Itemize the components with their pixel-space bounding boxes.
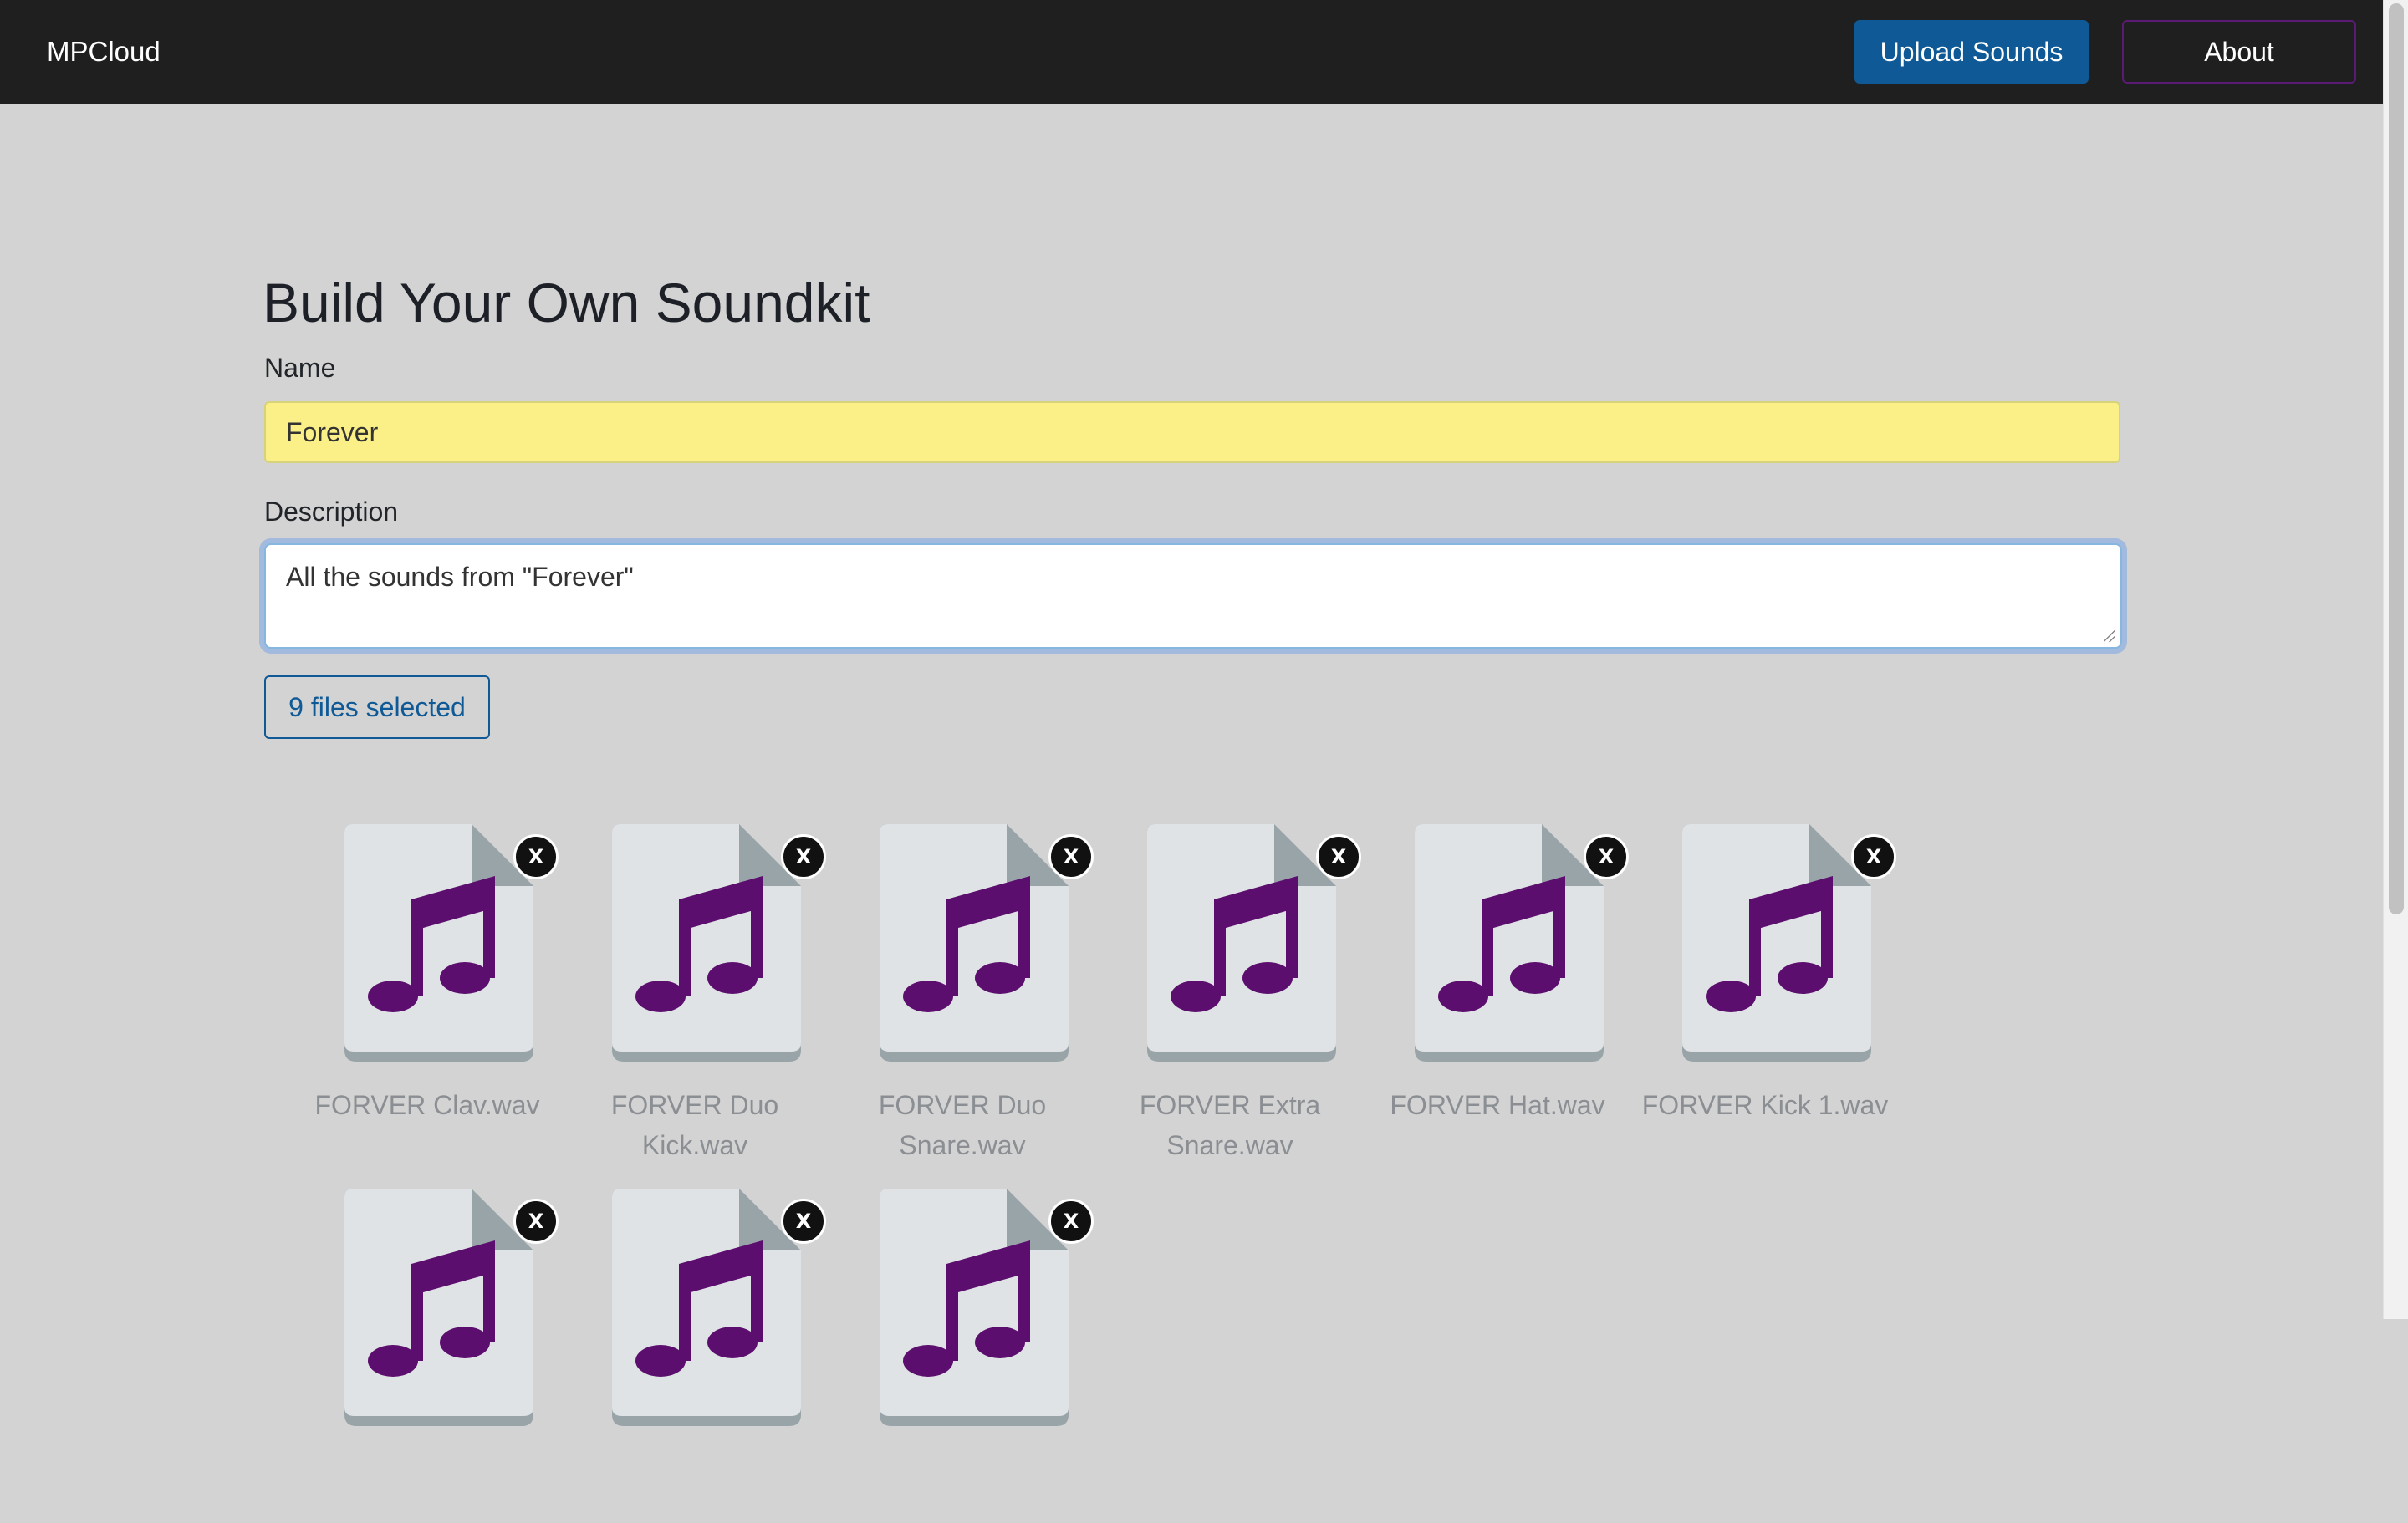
audio-file-icon [612,824,801,1062]
upload-sounds-button[interactable]: Upload Sounds [1854,20,2089,84]
scrollbar-thumb[interactable] [2389,3,2404,914]
audio-file-icon [880,1189,1069,1426]
file-item[interactable]: X [263,1189,559,1523]
audio-file-icon [1147,824,1336,1062]
file-name-label: FORVER Hat.wav [1390,1090,1605,1120]
name-field[interactable]: Forever [264,401,2120,463]
brand-logo[interactable]: MPCloud [47,33,161,70]
file-name-label: FORVER Clav.wav [314,1090,540,1120]
file-item[interactable]: X FORVER Hat.wav [1333,824,1629,1159]
file-item[interactable]: X FORVER Clav.wav [263,824,559,1159]
file-item[interactable]: X FORVER Duo Snare.wav [798,824,1094,1160]
description-field[interactable]: All the sounds from "Forever" [264,543,2122,649]
file-item[interactable]: X [530,1189,826,1523]
page-title: Build Your Own Soundkit [263,272,870,334]
audio-file-icon [344,824,533,1062]
about-button[interactable]: About [2122,20,2356,84]
file-name-label: FORVER Kick 1.wav [1641,1090,1889,1120]
file-item[interactable]: X FORVER Extra Snare.wav [1065,824,1361,1160]
files-select-button[interactable]: 9 files selected [264,675,490,739]
file-name-label: FORVER Extra Snare.wav [1139,1090,1321,1160]
description-label: Description [264,497,399,527]
resize-grip-icon[interactable] [2104,630,2115,642]
description-field-value: All the sounds from "Forever" [286,562,634,592]
audio-file-icon [880,824,1069,1062]
file-name-label: FORVER Duo Snare.wav [878,1090,1047,1160]
name-label: Name [264,353,336,383]
audio-file-icon [612,1189,801,1426]
audio-file-icon [1415,824,1604,1062]
file-item[interactable]: X FORVER Kick 1.wav [1600,824,1896,1159]
remove-file-button[interactable]: X [1048,1199,1094,1244]
audio-file-icon [344,1189,533,1426]
remove-file-button[interactable]: X [1851,834,1896,879]
name-field-value: Forever [286,416,379,447]
file-item[interactable]: X FORVER Duo Kick.wav [530,824,826,1160]
top-navbar: MPCloud Upload Sounds About [0,0,2383,104]
file-item[interactable]: X [798,1189,1094,1523]
audio-file-icon [1682,824,1871,1062]
file-name-label: FORVER Duo Kick.wav [610,1090,779,1160]
